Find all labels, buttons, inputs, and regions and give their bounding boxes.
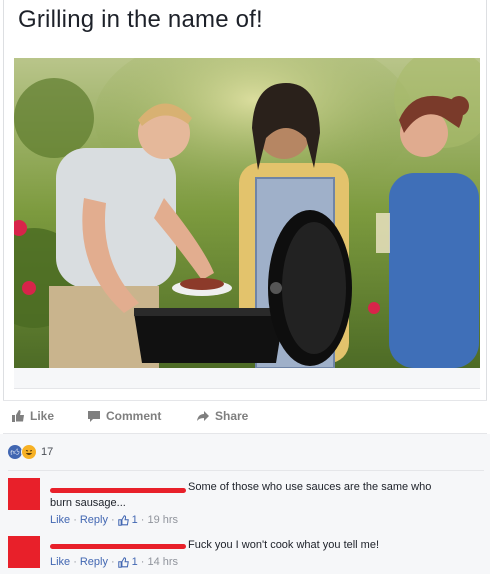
comment-text-line2: burn sausage... bbox=[50, 497, 126, 509]
meta-separator: · bbox=[110, 556, 115, 568]
share-label: Share bbox=[215, 409, 249, 423]
reactions-summary[interactable]: 👍︎ 17 bbox=[8, 444, 53, 460]
meta-separator: · bbox=[140, 556, 145, 568]
thumbs-up-icon bbox=[11, 409, 25, 423]
comment-reply-link[interactable]: Reply bbox=[80, 514, 108, 526]
comment-like-count[interactable]: 1 bbox=[132, 514, 138, 526]
thumbs-up-icon bbox=[117, 556, 129, 568]
comment-item: Fuck you I won't cook what you tell me! … bbox=[8, 536, 484, 574]
photo-caption-area bbox=[14, 368, 480, 389]
haha-icon bbox=[21, 444, 37, 460]
post-title: Grilling in the name of! bbox=[18, 6, 263, 33]
comment-item: Some of those who use sauces are the sam… bbox=[8, 478, 484, 534]
comment-reply-link[interactable]: Reply bbox=[80, 556, 108, 568]
meta-separator: · bbox=[73, 514, 77, 526]
meta-separator: · bbox=[140, 514, 145, 526]
share-icon bbox=[196, 409, 210, 423]
post-action-bar: Like Comment Share bbox=[3, 400, 487, 434]
like-button[interactable]: Like bbox=[11, 409, 54, 423]
comment-label: Comment bbox=[106, 409, 162, 423]
avatar[interactable] bbox=[8, 478, 40, 510]
thumbs-up-icon bbox=[117, 514, 129, 526]
comment-text-line1: Fuck you I won't cook what you tell me! bbox=[188, 539, 380, 551]
redacted-name bbox=[50, 544, 186, 549]
share-button[interactable]: Share bbox=[196, 409, 248, 423]
meta-separator: · bbox=[73, 556, 77, 568]
comment-like-count[interactable]: 1 bbox=[132, 556, 138, 568]
comment-like-link[interactable]: Like bbox=[50, 556, 70, 568]
like-label: Like bbox=[30, 409, 55, 423]
comment-meta: Like · Reply · 1 · 19 hrs bbox=[50, 514, 178, 526]
comment-like-link[interactable]: Like bbox=[50, 514, 70, 526]
meta-separator: · bbox=[110, 514, 115, 526]
comment-timestamp[interactable]: 14 hrs bbox=[147, 556, 178, 568]
comment-text-line1: Some of those who use sauces are the sam… bbox=[188, 481, 432, 493]
divider bbox=[8, 470, 484, 471]
post-photo[interactable] bbox=[14, 58, 480, 368]
comments-section: 👍︎ 17 Some of those who use sauces are t… bbox=[0, 434, 490, 574]
comment-timestamp[interactable]: 19 hrs bbox=[147, 514, 178, 526]
reaction-count: 17 bbox=[41, 446, 54, 458]
avatar[interactable] bbox=[8, 536, 40, 568]
comment-meta: Like · Reply · 1 · 14 hrs bbox=[50, 556, 178, 568]
redacted-name bbox=[50, 488, 186, 493]
like-icon: 👍︎ bbox=[8, 445, 22, 459]
comment-button[interactable]: Comment bbox=[87, 409, 161, 423]
comment-icon bbox=[87, 409, 101, 423]
